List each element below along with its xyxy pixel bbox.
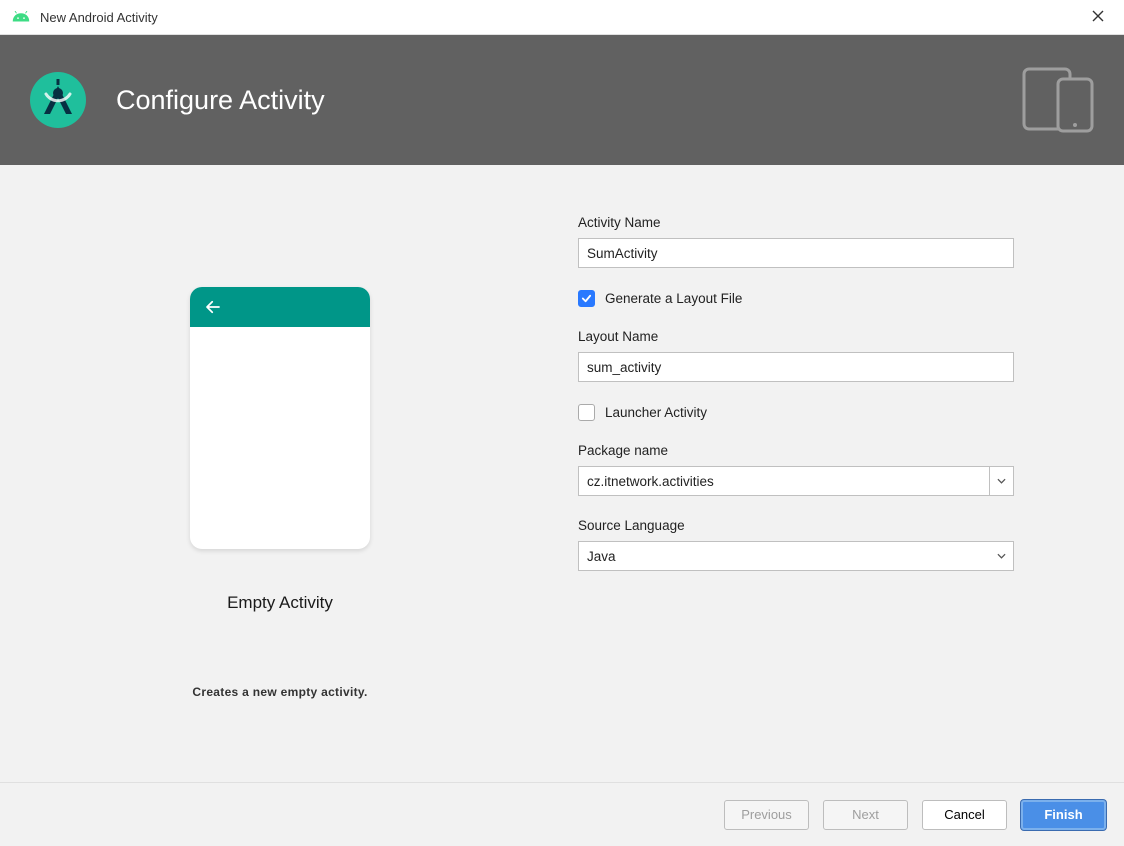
- finish-button[interactable]: Finish: [1021, 800, 1106, 830]
- form-pane: Activity Name Generate a Layout File Lay…: [560, 165, 1124, 782]
- launcher-activity-checkbox[interactable]: [578, 404, 595, 421]
- checkmark-icon: [581, 293, 592, 304]
- titlebar: New Android Activity: [0, 0, 1124, 35]
- layout-name-input[interactable]: [578, 352, 1014, 382]
- wizard-header: Configure Activity: [0, 35, 1124, 165]
- preview-title: Empty Activity: [227, 593, 333, 613]
- source-language-label: Source Language: [578, 518, 1014, 533]
- close-icon[interactable]: [1084, 5, 1112, 30]
- chevron-down-icon[interactable]: [989, 467, 1013, 495]
- layout-name-label: Layout Name: [578, 329, 1014, 344]
- previous-button[interactable]: Previous: [724, 800, 809, 830]
- generate-layout-checkbox-row[interactable]: Generate a Layout File: [578, 290, 1014, 307]
- android-studio-logo-icon: [30, 72, 86, 128]
- package-name-combo[interactable]: cz.itnetwork.activities: [578, 466, 1014, 496]
- preview-description: Creates a new empty activity.: [192, 685, 367, 699]
- devices-icon: [1022, 67, 1094, 133]
- generate-layout-checkbox[interactable]: [578, 290, 595, 307]
- source-language-value: Java: [579, 549, 989, 564]
- chevron-down-icon[interactable]: [989, 542, 1013, 570]
- activity-name-label: Activity Name: [578, 215, 1014, 230]
- window-title: New Android Activity: [40, 10, 1084, 25]
- package-name-value: cz.itnetwork.activities: [579, 474, 989, 489]
- activity-name-input[interactable]: [578, 238, 1014, 268]
- launcher-activity-label: Launcher Activity: [605, 405, 707, 420]
- wizard-footer: Previous Next Cancel Finish: [0, 782, 1124, 846]
- android-icon: [12, 11, 30, 23]
- source-language-combo[interactable]: Java: [578, 541, 1014, 571]
- preview-pane: Empty Activity Creates a new empty activ…: [0, 165, 560, 782]
- wizard-body: Empty Activity Creates a new empty activ…: [0, 165, 1124, 782]
- activity-preview-mock: [190, 287, 370, 549]
- launcher-activity-checkbox-row[interactable]: Launcher Activity: [578, 404, 1014, 421]
- generate-layout-label: Generate a Layout File: [605, 291, 742, 306]
- back-arrow-icon: [204, 298, 222, 316]
- page-title: Configure Activity: [116, 85, 1022, 116]
- next-button[interactable]: Next: [823, 800, 908, 830]
- package-name-label: Package name: [578, 443, 1014, 458]
- cancel-button[interactable]: Cancel: [922, 800, 1007, 830]
- preview-appbar: [190, 287, 370, 327]
